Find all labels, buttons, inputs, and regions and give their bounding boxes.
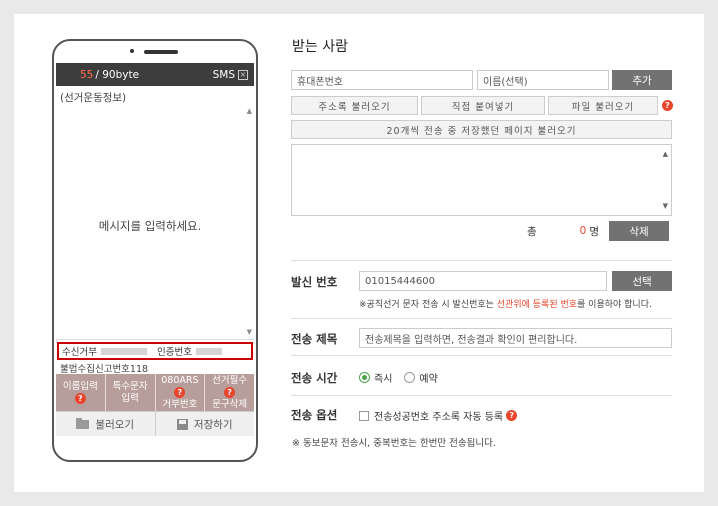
phone-header: 55/ 90byte SMS × xyxy=(56,63,254,86)
masked-auth-number xyxy=(195,347,222,355)
phone-preview: 55/ 90byte SMS × (선거운동정보) 메시지를 입력하세요. ▲ ▼… xyxy=(52,39,258,462)
note-text: 를 이용하야 합니다. xyxy=(577,300,652,310)
save-icon xyxy=(176,418,188,430)
auto-register-checkbox[interactable] xyxy=(359,410,369,421)
election-text-delete-button[interactable]: 선거필수 ? 문구삭제 xyxy=(205,374,254,411)
total-label: 총 xyxy=(527,225,537,238)
total-row: 총 0 명 삭제 xyxy=(527,221,670,241)
illegal-report-line: 불법수집신고번호118 xyxy=(60,364,149,375)
reject-label: 수신거부 xyxy=(62,347,97,358)
sender-note: ※공직선거 문자 전송 시 발신번호는 선관위에 등록된 번호를 이용하야 합니… xyxy=(359,297,652,310)
total-count: 0 xyxy=(579,225,587,237)
special-char-button[interactable]: 특수문자 입력 xyxy=(106,374,156,411)
sender-number-input[interactable]: 01015444600 xyxy=(359,271,607,291)
masked-reject-number xyxy=(100,347,147,355)
subject-input[interactable]: 전송제목을 입력하면, 전송결과 확인이 편리합니다. xyxy=(359,328,672,348)
main-frame: 55/ 90byte SMS × (선거운동정보) 메시지를 입력하세요. ▲ ▼… xyxy=(14,14,704,492)
subject-row: 전송제목을 입력하면, 전송결과 확인이 편리합니다. xyxy=(359,328,672,348)
camera-dot xyxy=(130,49,134,53)
ars-reject-button[interactable]: 080ARS ? 거부번호 xyxy=(156,374,206,411)
byte-counter: 55/ 90byte xyxy=(80,69,139,81)
auto-register-label: 전송성공번호 주소록 자동 등록 xyxy=(374,412,504,423)
sms-type[interactable]: SMS × xyxy=(213,69,248,81)
timing-label: 전송 시간 xyxy=(291,371,338,385)
name-insert-button[interactable]: 이름입력 ? xyxy=(56,374,106,411)
help-icon[interactable]: ? xyxy=(74,393,86,404)
button-label: 특수문자 xyxy=(112,380,148,392)
message-header: (선거운동정보) xyxy=(60,92,127,104)
button-label: 문구삭제 xyxy=(212,398,248,410)
scroll-up-icon[interactable]: ▲ xyxy=(247,107,252,115)
save-label: 저장하기 xyxy=(193,418,233,431)
byte-limit: / 90byte xyxy=(95,68,140,81)
sender-select-button[interactable]: 선택 xyxy=(612,271,672,291)
sms-label: SMS xyxy=(212,68,235,81)
byte-count: 55 xyxy=(80,68,94,81)
note-highlight: 선관위에 등록된 번호 xyxy=(496,300,578,310)
save-button[interactable]: 저장하기 xyxy=(156,412,255,436)
button-label: 선거필수 xyxy=(212,374,248,386)
scroll-down-icon[interactable]: ▼ xyxy=(663,202,668,210)
options-label: 전송 옵션 xyxy=(291,408,338,422)
divider xyxy=(291,260,672,261)
button-label: 입력 xyxy=(121,392,139,404)
reserve-label: 예약 xyxy=(419,374,438,385)
import-row: 주소록 불러오기 직접 붙여넣기 파일 불러오기 ? xyxy=(291,96,673,115)
duplicate-note: ※ 동보문자 전송시, 중복번호는 한번만 전송됩니다. xyxy=(292,438,496,449)
button-label: 이름입력 xyxy=(62,381,98,392)
close-icon[interactable]: × xyxy=(238,69,248,80)
divider xyxy=(291,318,672,319)
help-icon[interactable]: ? xyxy=(174,386,186,398)
message-input[interactable]: (선거운동정보) 메시지를 입력하세요. ▲ ▼ xyxy=(56,86,254,340)
sender-row: 01015444600 선택 xyxy=(359,271,672,291)
phone-button-grid: 이름입력 ? 특수문자 입력 080ARS ? 거부번호 선거필수 ? 문구삭제 xyxy=(56,374,254,411)
note-text: ※공직선거 문자 전송 시 발신번호는 xyxy=(359,300,497,310)
file-import-button[interactable]: 파일 불러오기 xyxy=(548,96,658,115)
name-input[interactable]: 이름(선택) xyxy=(477,70,609,90)
load-label: 불러오기 xyxy=(95,418,135,431)
saved-page-button[interactable]: 20개씩 전송 중 저장했던 페이지 불러오기 xyxy=(291,120,672,139)
scroll-up-icon[interactable]: ▲ xyxy=(663,150,668,158)
delete-button[interactable]: 삭제 xyxy=(609,221,670,241)
divider xyxy=(291,355,672,356)
speaker-slot xyxy=(144,50,178,54)
reserve-radio[interactable] xyxy=(404,372,416,383)
address-book-button[interactable]: 주소록 불러오기 xyxy=(291,96,418,115)
folder-icon xyxy=(76,417,90,429)
sender-label: 발신 번호 xyxy=(291,275,338,289)
options-row: 전송성공번호 주소록 자동 등록 ? xyxy=(359,408,518,423)
add-button[interactable]: 추가 xyxy=(612,70,672,90)
timing-row: 즉시 예약 xyxy=(359,370,438,385)
recipient-input-row: 휴대폰번호 이름(선택) 추가 xyxy=(291,70,672,90)
phone-bottom-bar: 불러오기 저장하기 xyxy=(56,411,254,436)
button-label: 080ARS xyxy=(161,374,199,386)
total-unit: 명 xyxy=(589,225,600,238)
help-icon[interactable]: ? xyxy=(506,410,518,421)
phone-screen: 55/ 90byte SMS × (선거운동정보) 메시지를 입력하세요. ▲ ▼… xyxy=(56,63,254,445)
phone-number-input[interactable]: 휴대폰번호 xyxy=(291,70,473,90)
subject-label: 전송 제목 xyxy=(291,332,338,346)
recipient-list[interactable]: ▲ ▼ xyxy=(291,144,672,216)
help-icon[interactable]: ? xyxy=(662,100,673,111)
auth-label: 인증번호 xyxy=(156,347,192,358)
button-label: 거부번호 xyxy=(162,398,198,410)
reject-info-box: 수신거부 인증번호 xyxy=(57,342,253,360)
recent-row: 20개씩 전송 중 저장했던 페이지 불러오기 xyxy=(291,120,672,139)
direct-paste-button[interactable]: 직접 붙여넣기 xyxy=(421,96,545,115)
recipients-title: 받는 사람 xyxy=(292,39,348,55)
help-icon[interactable]: ? xyxy=(224,386,236,398)
divider xyxy=(291,395,672,396)
message-placeholder: 메시지를 입력하세요. xyxy=(98,219,202,233)
send-now-radio[interactable] xyxy=(359,372,370,383)
send-now-label: 즉시 xyxy=(374,374,393,385)
scroll-down-icon[interactable]: ▼ xyxy=(247,328,252,336)
load-button[interactable]: 불러오기 xyxy=(56,412,156,436)
